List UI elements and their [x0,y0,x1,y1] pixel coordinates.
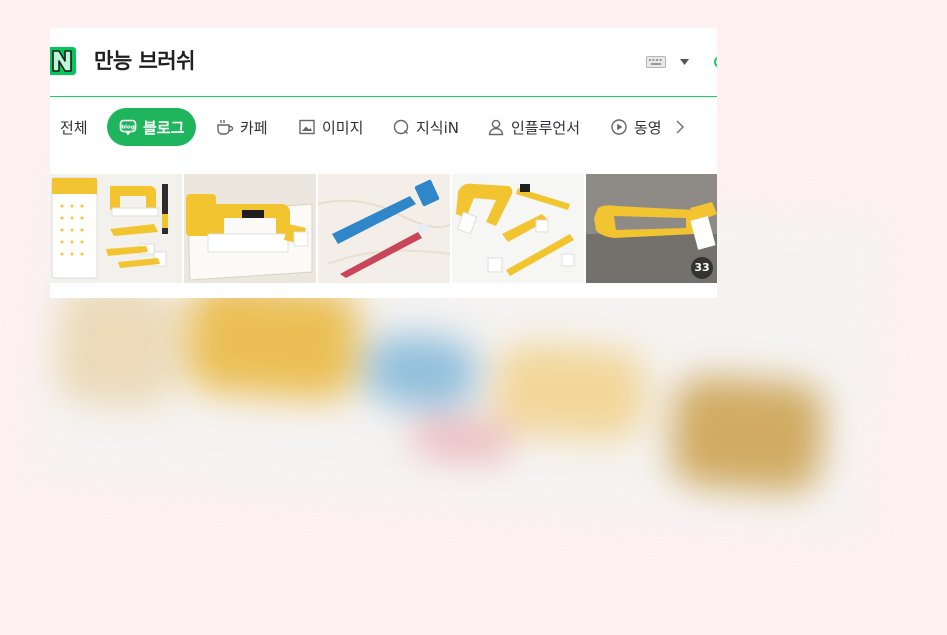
naver-logo-icon[interactable] [50,47,76,75]
image-thumbnail[interactable]: 33 [586,174,717,283]
tab-blog-label: 블로그 [143,118,185,137]
tab-video-label: 동영 [634,118,662,137]
image-thumbnail[interactable] [452,174,584,283]
page: 만능 브러쉬 전체 blog 블로그 카페 이미지 지식iN 인플루언서 동영 … [0,0,947,635]
image-strip: 33 [50,174,717,283]
search-result-card: 만능 브러쉬 전체 blog 블로그 카페 이미지 지식iN 인플루언서 동영 … [50,28,717,298]
tab-influencer-label: 인플루언서 [511,118,581,137]
tab-kin-label: 지식iN [416,118,459,137]
all-icon [50,118,54,136]
svg-text:blog: blog [121,125,135,131]
image-thumbnail[interactable] [184,174,316,283]
tab-influencer[interactable]: 인플루언서 [487,108,580,146]
tab-image-label: 이미지 [322,118,364,137]
keyboard-icon[interactable] [646,56,666,68]
more-images-count[interactable]: 33 [691,257,713,279]
image-thumbnail[interactable] [318,174,450,283]
tab-cafe-label: 카페 [240,118,268,137]
blog-icon: blog [119,119,137,136]
chevron-down-icon[interactable] [680,59,689,65]
image-icon [299,119,315,135]
tab-blog[interactable]: blog 블로그 [107,108,197,146]
influencer-icon [488,119,504,136]
search-icon[interactable] [714,56,717,68]
tab-cafe[interactable]: 카페 [216,108,268,146]
image-thumbnail[interactable] [50,174,182,283]
tab-all-label: 전체 [60,118,88,137]
tab-kin[interactable]: 지식iN [392,108,459,146]
search-header: 만능 브러쉬 [50,28,717,97]
video-icon [611,119,627,135]
tab-video[interactable]: 동영 [610,108,662,146]
search-tabs: 전체 blog 블로그 카페 이미지 지식iN 인플루언서 동영 [50,108,717,148]
chevron-right-icon[interactable] [674,119,686,135]
tab-all[interactable]: 전체 [50,108,88,146]
cafe-icon [217,120,234,135]
search-query-text[interactable]: 만능 브러쉬 [94,47,195,75]
kin-icon [393,119,409,135]
tab-image[interactable]: 이미지 [298,108,363,146]
